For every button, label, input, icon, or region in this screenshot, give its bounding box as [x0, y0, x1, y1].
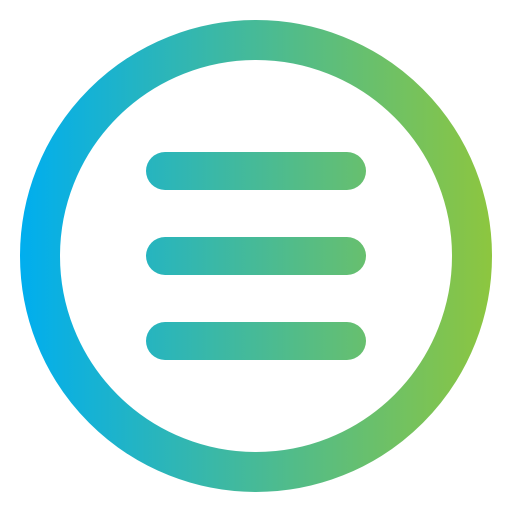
icon-canvas: [0, 0, 512, 512]
menu-icon[interactable]: [0, 0, 512, 512]
